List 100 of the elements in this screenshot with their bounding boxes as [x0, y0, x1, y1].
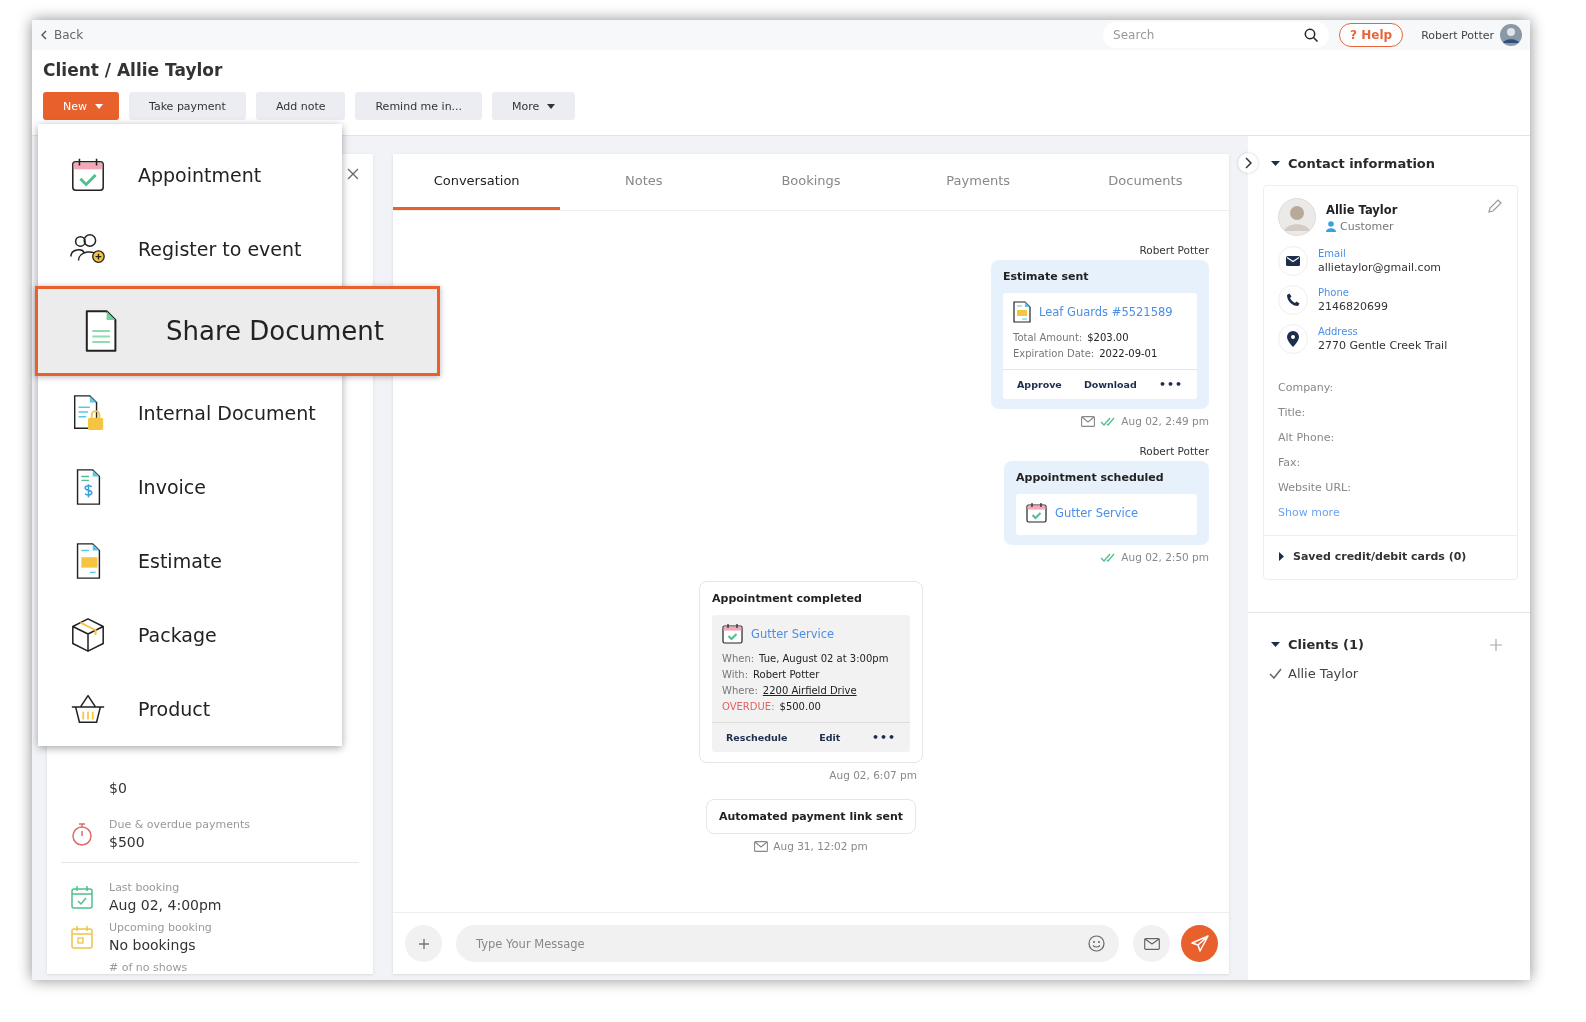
stat-value: Aug 02, 4:00pm: [109, 897, 222, 913]
expand-icon[interactable]: [1278, 552, 1285, 561]
collapse-icon[interactable]: [1271, 640, 1280, 649]
message-time: Aug 31, 12:02 pm: [773, 840, 868, 852]
card-action-link[interactable]: Approve: [1017, 379, 1062, 390]
field-value: 2770 Gentle Creek Trail: [1318, 339, 1448, 352]
section-heading[interactable]: Clients (1): [1288, 637, 1364, 652]
section-heading[interactable]: Contact information: [1288, 156, 1436, 171]
message-time: Aug 02, 2:49 pm: [1121, 415, 1209, 427]
envelope-icon: [1081, 415, 1096, 427]
edit-icon[interactable]: [1487, 198, 1503, 214]
message-input[interactable]: Type Your Message: [456, 925, 1119, 962]
sender-name: Robert Potter: [1139, 445, 1209, 457]
menu-item[interactable]: Share Document: [35, 286, 440, 376]
send-button[interactable]: [1181, 925, 1218, 962]
user-avatar[interactable]: [1500, 24, 1522, 46]
stat-label: Last booking: [109, 881, 181, 894]
send-icon[interactable]: [1190, 934, 1209, 953]
search-field[interactable]: Search: [1103, 22, 1330, 48]
user-name[interactable]: Robert Potter: [1421, 28, 1494, 42]
email-button[interactable]: [1133, 925, 1170, 962]
menu-item[interactable]: Register to event: [38, 212, 342, 286]
plus-icon[interactable]: [417, 937, 430, 950]
field-label: With:: [722, 669, 749, 680]
field-label: Company:: [1278, 381, 1335, 394]
field-value: Tue, August 02 at 3:00pm: [759, 653, 889, 664]
calendar-check-icon: [1026, 502, 1047, 523]
calendar-icon: [69, 156, 107, 194]
stat-value: $0: [109, 780, 127, 796]
menu-item[interactable]: Product: [38, 672, 342, 746]
field-label: OVERDUE:: [722, 701, 775, 712]
stat-label: Upcoming booking: [109, 921, 212, 934]
close-icon[interactable]: [347, 168, 359, 180]
field-value: $500.00: [779, 701, 821, 712]
envelope-icon: [1286, 256, 1300, 266]
field-value: 2146820699: [1318, 300, 1388, 313]
page-title: Client / Allie Taylor: [43, 60, 224, 80]
expand-button[interactable]: [1238, 153, 1258, 173]
calendar-check-icon: [722, 623, 743, 644]
search-icon[interactable]: [1304, 28, 1320, 43]
address-link[interactable]: 2200 Airfield Drive: [762, 685, 857, 696]
phone-icon: [1286, 293, 1300, 307]
location-pin-icon: [1287, 331, 1299, 347]
card-action-link[interactable]: Reschedule: [726, 732, 788, 743]
field-label: Fax:: [1278, 456, 1302, 469]
envelope-icon[interactable]: [1143, 937, 1160, 950]
menu-item[interactable]: Package: [38, 598, 342, 672]
back-link[interactable]: Back: [40, 28, 84, 42]
client-name[interactable]: Allie Taylor: [1288, 666, 1359, 681]
action-button[interactable]: Take payment: [129, 92, 246, 120]
chevron-right-icon[interactable]: [1244, 157, 1252, 169]
menu-item[interactable]: Internal Document: [38, 376, 342, 450]
person-icon: [1326, 221, 1336, 232]
action-button[interactable]: Remind me in...: [355, 92, 483, 120]
chevron-left-icon[interactable]: [40, 30, 48, 40]
more-button[interactable]: •••: [1158, 378, 1183, 391]
menu-item[interactable]: Estimate: [38, 524, 342, 598]
estimate-icon: [1013, 301, 1031, 323]
contact-name: Allie Taylor: [1326, 203, 1399, 217]
avatar: [1278, 198, 1316, 236]
emoji-icon[interactable]: [1088, 935, 1105, 952]
tab[interactable]: Documents: [1061, 154, 1229, 210]
message-title: Automated payment link sent: [718, 810, 904, 823]
field-value: $203.00: [1087, 332, 1129, 343]
contact-role: Customer: [1326, 220, 1477, 233]
menu-item[interactable]: Invoice: [38, 450, 342, 524]
card-action-link[interactable]: Edit: [819, 732, 841, 743]
field-label: Where:: [722, 685, 758, 696]
message-title: Estimate sent: [1003, 270, 1090, 283]
field-label: Address: [1318, 326, 1359, 337]
stat-label: # of no shows: [109, 961, 188, 974]
message-title: Appointment completed: [712, 592, 863, 605]
field-label: When:: [722, 653, 755, 664]
menu-item[interactable]: Appointment: [38, 138, 342, 212]
more-button[interactable]: •••: [871, 731, 896, 744]
collapse-icon[interactable]: [1271, 159, 1280, 168]
add-button[interactable]: [405, 925, 442, 962]
calendar-icon: [71, 925, 93, 949]
stat-value: $500: [109, 834, 146, 850]
message-time: Aug 02, 2:50 pm: [1121, 551, 1209, 563]
message-title: Appointment scheduled: [1016, 471, 1165, 484]
field-label: Alt Phone:: [1278, 431, 1336, 444]
stopwatch-icon: [71, 822, 93, 846]
field-label: Title:: [1278, 406, 1307, 419]
double-check-icon: [1100, 416, 1117, 426]
envelope-icon: [754, 840, 769, 852]
calendar-check-icon: [71, 885, 93, 909]
package-icon: [69, 616, 107, 654]
action-button[interactable]: More: [492, 92, 576, 120]
tab[interactable]: Conversation: [393, 154, 561, 210]
card-action-link[interactable]: Download: [1083, 379, 1137, 390]
field-label: Phone: [1318, 287, 1350, 298]
double-check-icon: [1100, 552, 1117, 562]
field-label: Email: [1318, 248, 1347, 259]
field-value: Robert Potter: [753, 669, 820, 680]
section-heading[interactable]: Saved credit/debit cards (0): [1293, 550, 1467, 563]
sender-name: Robert Potter: [1139, 244, 1209, 256]
caret-icon[interactable]: [547, 103, 556, 109]
field-value: allietaylor@gmail.com: [1318, 261, 1442, 274]
action-button[interactable]: Add note: [255, 92, 346, 120]
